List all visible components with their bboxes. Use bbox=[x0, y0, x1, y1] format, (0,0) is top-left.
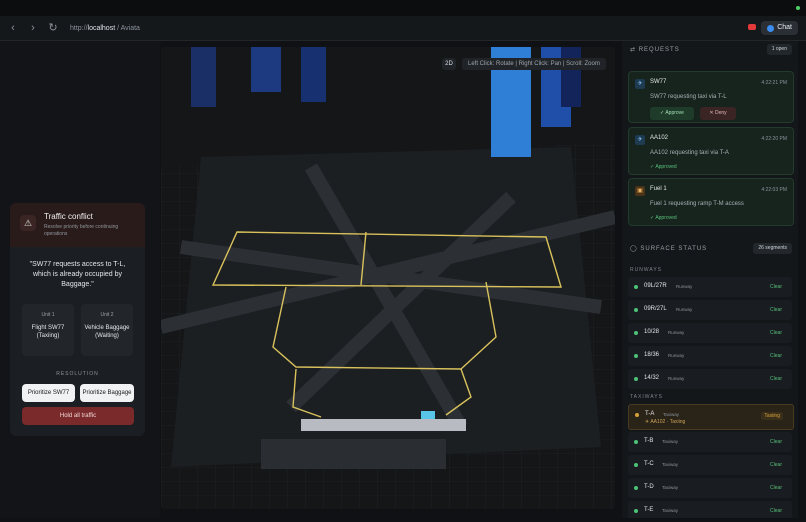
plane-icon: ✈ bbox=[635, 135, 645, 145]
airport-3d-map[interactable] bbox=[161, 47, 615, 509]
browser-toolbar: ‹ › ↻ http://localhost / Aviata Chat bbox=[0, 16, 806, 41]
request-time: 4:22:03 PM bbox=[761, 187, 787, 193]
surface-status-header: ◯ SURFACE STATUS bbox=[630, 246, 708, 252]
hold-all-traffic-button[interactable]: Hold all traffic bbox=[22, 407, 134, 425]
url-path: / Aviata bbox=[115, 24, 140, 32]
os-top-bar bbox=[0, 0, 806, 16]
warning-icon: ⚠ bbox=[20, 215, 36, 231]
back-icon[interactable]: ‹ bbox=[6, 21, 20, 35]
request-message: AA102 requesting taxi via T-A bbox=[650, 150, 729, 156]
resolution-label: RESOLUTION bbox=[56, 371, 99, 377]
taxiway-row[interactable]: T-E Taxiway Clear bbox=[628, 501, 792, 518]
conflict-title: Traffic conflict bbox=[44, 212, 93, 221]
request-time: 4:22:21 PM bbox=[761, 80, 787, 86]
request-message: SW77 requesting taxi via T-L bbox=[650, 94, 727, 100]
request-time: 4:22:20 PM bbox=[761, 136, 787, 142]
taxiway-row-active[interactable]: T-A Taxiway Taxiing ✈ AA102 · Taxiing bbox=[628, 404, 794, 430]
taxiway-occupant: ✈ AA102 · Taxiing bbox=[645, 419, 686, 425]
address-bar[interactable]: http://localhost / Aviata bbox=[70, 25, 140, 32]
conflict-header: ⚠ Traffic conflict Resolve priority befo… bbox=[10, 203, 145, 247]
runway-row[interactable]: 09R/27L Runway Clear bbox=[628, 300, 792, 320]
taxiway-row[interactable]: T-B Taxiway Clear bbox=[628, 432, 792, 452]
runway-row[interactable]: 10/28 Runway Clear bbox=[628, 323, 792, 343]
map-canvas bbox=[161, 47, 615, 509]
status-dot bbox=[796, 6, 800, 10]
unit-label: Unit 2 bbox=[100, 312, 114, 318]
gate-marker bbox=[421, 411, 435, 419]
approved-status: ✓ Approved bbox=[650, 215, 677, 221]
terminal-building bbox=[301, 419, 466, 431]
url-prefix: http:// bbox=[70, 24, 88, 32]
chat-icon bbox=[767, 24, 775, 32]
unit-1-card: Unit 1 Flight SW77 (Taxiing) bbox=[22, 304, 74, 356]
chat-button[interactable]: Chat bbox=[761, 21, 798, 35]
runways-label: RUNWAYS bbox=[630, 267, 662, 273]
request-name: Fuel 1 bbox=[650, 186, 667, 192]
taxiway-row[interactable]: T-D Taxiway Clear bbox=[628, 478, 792, 498]
request-name: SW77 bbox=[650, 79, 667, 85]
chat-label: Chat bbox=[777, 24, 792, 31]
record-icon[interactable] bbox=[748, 24, 756, 30]
segments-badge: 26 segments bbox=[753, 243, 792, 254]
request-card[interactable]: ▣ Fuel 1 4:22:03 PM Fuel 1 requesting ra… bbox=[628, 178, 794, 226]
unit-value: Vehicle Baggage (Waiting) bbox=[84, 325, 130, 339]
runway-row[interactable]: 18/36 Runway Clear bbox=[628, 346, 792, 366]
2d-toggle-button[interactable]: 2D bbox=[442, 58, 456, 70]
taxiways-label: TAXIWAYS bbox=[630, 394, 663, 400]
plane-icon: ✈ bbox=[635, 79, 645, 89]
taxiway-row[interactable]: T-C Taxiway Clear bbox=[628, 455, 792, 475]
requests-header: ⇄ REQUESTS bbox=[630, 47, 680, 53]
truck-icon: ▣ bbox=[635, 186, 645, 196]
request-message: Fuel 1 requesting ramp T-M access bbox=[650, 201, 744, 207]
unit-value: Flight SW77 (Taxiing) bbox=[31, 325, 65, 339]
apron bbox=[261, 439, 446, 469]
traffic-conflict-dialog: ⚠ Traffic conflict Resolve priority befo… bbox=[10, 203, 145, 436]
approve-button[interactable]: ✓ Approve bbox=[650, 107, 694, 120]
runway-row[interactable]: 09L/27R Runway Clear bbox=[628, 277, 792, 297]
request-name: AA102 bbox=[650, 135, 669, 141]
forward-icon[interactable]: › bbox=[26, 21, 40, 35]
map-controls-hint: Left Click: Rotate | Right Click: Pan | … bbox=[462, 58, 606, 70]
prioritize-sw77-button[interactable]: Prioritize SW77 bbox=[22, 384, 75, 402]
approved-status: ✓ Approved bbox=[650, 164, 677, 170]
unit-label: Unit 1 bbox=[41, 312, 55, 318]
deny-button[interactable]: ✕ Deny bbox=[700, 107, 736, 120]
prioritize-baggage-button[interactable]: Prioritize Baggage bbox=[80, 384, 134, 402]
unit-2-card: Unit 2 Vehicle Baggage (Waiting) bbox=[81, 304, 133, 356]
conflict-message: "SW77 requests access to T-L, which is a… bbox=[29, 261, 126, 288]
runway-row[interactable]: 14/32 Runway Clear bbox=[628, 369, 792, 389]
conflict-subtitle: Resolve priority before continuing opera… bbox=[44, 224, 119, 237]
request-card[interactable]: ✈ AA102 4:22:20 PM AA102 requesting taxi… bbox=[628, 127, 794, 175]
request-card[interactable]: ✈ SW77 4:22:21 PM SW77 requesting taxi v… bbox=[628, 71, 794, 123]
reload-icon[interactable]: ↻ bbox=[46, 21, 60, 35]
left-panel-dimmed: ⚠ Traffic conflict Resolve priority befo… bbox=[0, 41, 160, 518]
right-sidebar: ⇄ REQUESTS 1 open ✈ SW77 4:22:21 PM SW77… bbox=[622, 41, 798, 518]
url-host: localhost bbox=[87, 24, 116, 32]
open-requests-badge: 1 open bbox=[766, 44, 792, 55]
